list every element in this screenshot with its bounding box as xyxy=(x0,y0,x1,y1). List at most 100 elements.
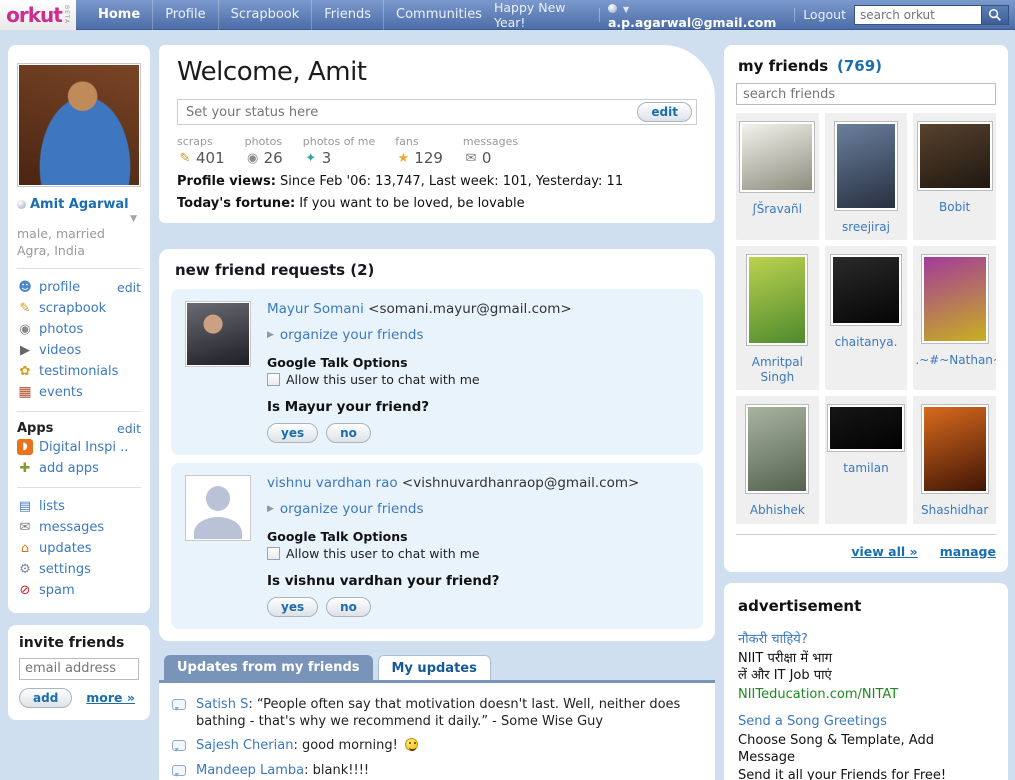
requester-photo[interactable] xyxy=(185,301,251,367)
main-column: Welcome, Amit edit scraps✎401photos◉26ph… xyxy=(159,45,715,780)
friend-name-link[interactable]: tamilan xyxy=(827,461,906,475)
nav-item-friends[interactable]: Friends xyxy=(311,0,383,30)
presence-control[interactable]: ▼ a.p.agarwal@gmail.com xyxy=(608,0,786,30)
nav-item-home[interactable]: Home xyxy=(86,0,152,30)
tab-updates-from-my-friends[interactable]: Updates from my friends xyxy=(164,655,373,680)
tab-my-updates[interactable]: My updates xyxy=(378,655,491,680)
stat-count[interactable]: 26 xyxy=(264,149,283,167)
stat-count[interactable]: 129 xyxy=(414,149,443,167)
friend-photo[interactable] xyxy=(746,254,808,346)
nav-item-scrapbook[interactable]: Scrapbook xyxy=(218,0,312,30)
logout-link[interactable]: Logout xyxy=(803,7,846,22)
manage-friends-link[interactable]: manage xyxy=(940,544,996,559)
divider xyxy=(17,268,141,269)
profile-photo[interactable] xyxy=(17,63,141,187)
nav-right-cluster: Happy New Year! ▼ a.p.agarwal@gmail.com … xyxy=(494,0,1015,30)
friend-name-link[interactable]: Shashidhar xyxy=(915,503,994,517)
search-button[interactable] xyxy=(982,5,1009,25)
friend-name-link[interactable]: Amritpal Singh xyxy=(738,355,817,384)
ad-headline-link[interactable]: नौकरी चाहिये? xyxy=(738,629,994,647)
update-icon-col xyxy=(171,738,187,755)
sidebar-link-scrapbook[interactable]: scrapbook xyxy=(39,301,106,316)
sidebar-item-updates: ⌂updates xyxy=(17,538,141,559)
profile-edit-link[interactable]: edit xyxy=(117,280,141,295)
update-link[interactable]: Sajesh Cherian xyxy=(196,738,293,753)
triangle-expand-icon: ▶ xyxy=(267,330,274,340)
friend-name-link[interactable]: sreejiraj xyxy=(827,220,906,234)
no-button[interactable]: no xyxy=(326,597,371,617)
sidebar-apps: ◗Digital Inspi ..✚add apps xyxy=(17,437,141,479)
search-friends-input[interactable] xyxy=(736,83,996,105)
status-edit-button[interactable]: edit xyxy=(637,102,692,122)
friend-photo[interactable] xyxy=(921,404,989,494)
friend-name-link[interactable]: Abhishek xyxy=(738,503,817,517)
scrapbook-icon: ✎ xyxy=(17,300,33,316)
nav-item-profile[interactable]: Profile xyxy=(152,0,217,30)
friend-photo[interactable] xyxy=(834,121,898,211)
my-friends-count: (769) xyxy=(837,57,882,75)
orkut-logo[interactable]: orkut BETA xyxy=(0,0,76,30)
sidebar-item-digital-inspi-: ◗Digital Inspi .. xyxy=(17,437,141,458)
sidebar-link-app[interactable]: Digital Inspi .. xyxy=(39,440,128,455)
sidebar-link-videos[interactable]: videos xyxy=(39,343,81,358)
my-friends-title-row: my friends (769) xyxy=(736,55,996,83)
friend-photo[interactable] xyxy=(917,121,993,191)
no-button[interactable]: no xyxy=(326,423,371,443)
orkut-search-input[interactable] xyxy=(854,5,982,25)
friend-name-link[interactable]: ʃŠravañl xyxy=(738,202,817,216)
status-input[interactable] xyxy=(177,99,697,125)
view-all-friends-link[interactable]: view all » xyxy=(851,544,917,559)
stat-count[interactable]: 3 xyxy=(322,149,332,167)
allow-chat-checkbox[interactable] xyxy=(267,547,280,560)
friend-name-link[interactable]: Bobit xyxy=(915,200,994,214)
update-link[interactable]: Satish S xyxy=(196,697,248,712)
yes-button[interactable]: yes xyxy=(267,597,318,617)
invite-email-input[interactable] xyxy=(19,658,139,680)
organize-friends-link[interactable]: organize your friends xyxy=(280,501,424,517)
sidebar-link-app[interactable]: add apps xyxy=(39,461,99,476)
sidebar-link-profile[interactable]: profile xyxy=(39,280,80,295)
friend-photo-image xyxy=(833,257,899,323)
orkut-beta-label: BETA xyxy=(63,5,70,24)
friend-photo[interactable] xyxy=(739,121,815,193)
ad-text-line: Send it all your Friends for Free! xyxy=(738,767,994,780)
nav-item-communities[interactable]: Communities xyxy=(383,0,494,30)
requester-name-link[interactable]: Mayur Somani xyxy=(267,301,364,317)
update-link[interactable]: Mandeep Lamba xyxy=(196,763,304,778)
sidebar-link-updates[interactable]: updates xyxy=(39,541,92,556)
requester-photo[interactable] xyxy=(185,475,251,541)
stat-label: photos xyxy=(245,135,283,148)
friend-cell: Shashidhar xyxy=(913,396,996,523)
sidebar-link-testimonials[interactable]: testimonials xyxy=(39,364,118,379)
stat-count[interactable]: 401 xyxy=(196,149,225,167)
gtalk-options-title: Google Talk Options xyxy=(267,355,689,370)
allow-chat-checkbox[interactable] xyxy=(267,373,280,386)
ad-block: नौकरी चाहिये?NIIT परीक्षा में भागलें और … xyxy=(738,629,994,702)
friend-photo-image xyxy=(748,407,806,491)
friend-name-link[interactable]: .~#~Nathan~# xyxy=(915,353,994,367)
friend-photo[interactable] xyxy=(830,254,902,326)
ad-headline-link[interactable]: Send a Song Greetings xyxy=(738,714,994,729)
friend-photo[interactable] xyxy=(827,404,905,452)
sidebar-link-spam[interactable]: spam xyxy=(39,583,75,598)
friend-name-link[interactable]: chaitanya. xyxy=(827,335,906,349)
profile-name-link[interactable]: Amit Agarwal xyxy=(30,197,129,212)
sidebar-link-photos[interactable]: photos xyxy=(39,322,83,337)
profile-expand-control[interactable]: ▼ xyxy=(17,212,141,224)
friend-photo[interactable] xyxy=(745,404,809,494)
yes-button[interactable]: yes xyxy=(267,423,318,443)
requester-name-link[interactable]: vishnu vardhan rao xyxy=(267,475,398,491)
organize-friends-link[interactable]: organize your friends xyxy=(280,327,424,343)
friend-photo[interactable] xyxy=(921,254,989,344)
status-row: edit xyxy=(177,99,697,125)
invite-add-button[interactable]: add xyxy=(19,688,72,708)
stat-label: messages xyxy=(463,135,518,148)
stat-count[interactable]: 0 xyxy=(482,149,492,167)
sidebar-link-settings[interactable]: settings xyxy=(39,562,91,577)
sidebar-link-events[interactable]: events xyxy=(39,385,83,400)
sidebar-link-messages[interactable]: messages xyxy=(39,520,104,535)
apps-edit-link[interactable]: edit xyxy=(117,421,141,436)
sidebar-link-lists[interactable]: lists xyxy=(39,499,65,514)
invite-more-link[interactable]: more » xyxy=(86,690,135,705)
ad-url-link[interactable]: NIITeducation.com/NITAT xyxy=(738,687,994,702)
